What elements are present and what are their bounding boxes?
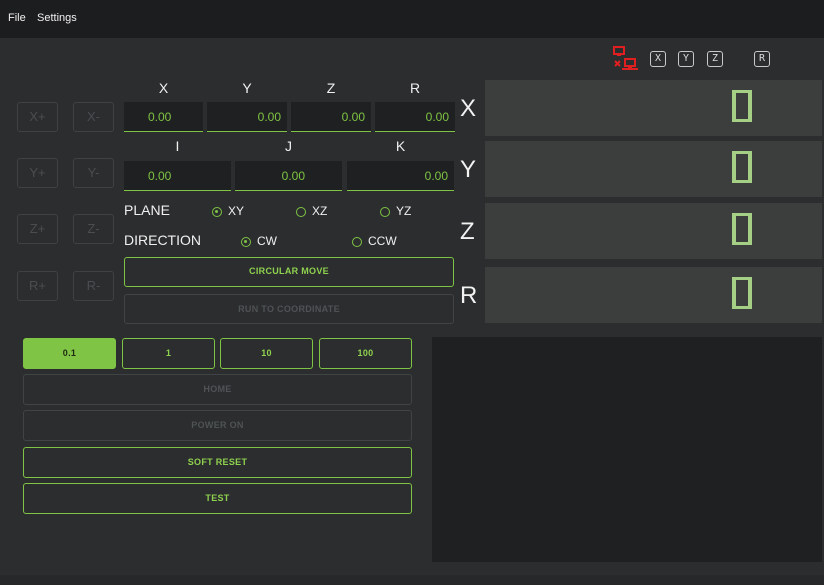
step-1-button[interactable]: 1 [122,338,215,369]
coord-r-label: R [409,80,421,96]
dro-r-label: R [460,282,478,309]
jog-r-minus-button[interactable]: R- [73,271,114,301]
ijk-j-label: J [285,138,292,154]
direction-cw-radio[interactable]: CW [241,234,277,248]
circular-move-button[interactable]: CIRCULAR MOVE [124,257,454,287]
ijk-i-label: I [175,138,180,154]
jog-x-minus-button[interactable]: X- [73,102,114,132]
dro-r-digit [732,277,752,309]
axis-x-indicator: X [650,51,666,67]
power-on-button[interactable]: POWER ON [23,410,412,441]
direction-label: DIRECTION [124,232,201,248]
menu-file[interactable]: File [8,12,26,24]
soft-reset-button[interactable]: SOFT RESET [23,447,412,478]
jog-y-plus-button[interactable]: Y+ [17,158,58,188]
network-disconnected-icon [612,46,640,72]
coord-r-field[interactable]: 0.00 [375,102,455,132]
ijk-k-label: K [395,138,406,154]
coord-x-field[interactable]: 0.00 [124,102,203,132]
step-10-button[interactable]: 10 [220,338,313,369]
console-output[interactable] [432,337,822,562]
run-to-coordinate-button[interactable]: RUN TO COORDINATE [124,294,454,324]
dro-x-label: X [460,95,477,122]
coord-x-label: X [158,80,169,96]
coord-y-label: Y [242,80,252,96]
direction-ccw-label: CCW [368,234,397,248]
status-bar [0,38,824,80]
plane-xy-label: XY [228,204,245,218]
step-100-button[interactable]: 100 [319,338,412,369]
jog-y-minus-button[interactable]: Y- [73,158,114,188]
coord-z-label: Z [326,80,336,96]
radio-selected-icon [212,207,222,217]
plane-xz-radio[interactable]: XZ [296,204,327,218]
dro-z-display [485,203,822,259]
coord-y-field[interactable]: 0.00 [207,102,287,132]
radio-unselected-icon [352,237,362,247]
direction-cw-label: CW [257,234,277,248]
jog-x-plus-button[interactable]: X+ [17,102,58,132]
coord-z-field[interactable]: 0.00 [291,102,371,132]
ijk-j-field[interactable]: 0.00 [235,161,342,191]
dro-x-digit [732,90,752,122]
radio-selected-icon [241,237,251,247]
ijk-k-field[interactable]: 0.00 [347,161,454,191]
plane-xy-radio[interactable]: XY [212,204,244,218]
dro-x-display [485,80,822,136]
menu-settings[interactable]: Settings [37,12,77,24]
test-button[interactable]: TEST [23,483,412,514]
jog-z-plus-button[interactable]: Z+ [17,214,58,244]
dro-r-display [485,267,822,323]
plane-yz-label: YZ [396,204,412,218]
plane-xz-label: XZ [312,204,328,218]
bottom-bar [0,575,824,585]
radio-unselected-icon [296,207,306,217]
home-button[interactable]: HOME [23,374,412,405]
jog-r-plus-button[interactable]: R+ [17,271,58,301]
axis-y-indicator: Y [678,51,694,67]
jog-z-minus-button[interactable]: Z- [73,214,114,244]
direction-ccw-radio[interactable]: CCW [352,234,397,248]
menu-bar: File Settings [0,0,824,38]
step-0-1-button[interactable]: 0.1 [23,338,116,369]
dro-y-display [485,141,822,197]
dro-z-label: Z [460,218,475,245]
axis-r-indicator: R [754,51,770,67]
dro-y-digit [732,151,752,183]
plane-label: PLANE [124,202,170,218]
plane-yz-radio[interactable]: YZ [380,204,411,218]
dro-y-label: Y [460,156,477,183]
axis-z-indicator: Z [707,51,723,67]
dro-z-digit [732,213,752,245]
ijk-i-field[interactable]: 0.00 [124,161,231,191]
radio-unselected-icon [380,207,390,217]
